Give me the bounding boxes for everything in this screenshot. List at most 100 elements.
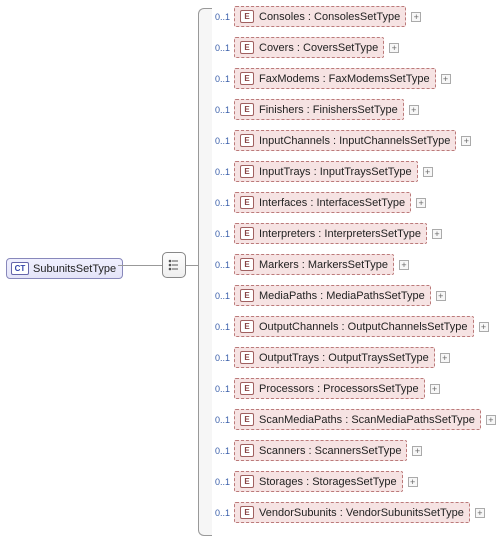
- element-node[interactable]: EOutputChannels : OutputChannelsSetType: [234, 316, 474, 337]
- expand-icon[interactable]: +: [486, 415, 496, 425]
- element-label: VendorSubunits : VendorSubunitsSetType: [259, 507, 464, 519]
- expand-icon[interactable]: +: [411, 12, 421, 22]
- element-label: ScanMediaPaths : ScanMediaPathsSetType: [259, 414, 475, 426]
- occurrence-label: 0..1: [212, 105, 230, 115]
- element-row: 0..1 EMarkers : MarkersSetType +: [212, 254, 409, 275]
- element-row: 0..1 ECovers : CoversSetType +: [212, 37, 399, 58]
- occurrence-label: 0..1: [212, 353, 230, 363]
- element-label: Markers : MarkersSetType: [259, 259, 388, 271]
- e-badge-icon: E: [240, 196, 254, 209]
- element-node[interactable]: E Finishers : FinishersSetType: [234, 99, 404, 120]
- element-node[interactable]: E Processors : ProcessorsSetType: [234, 378, 425, 399]
- children-bracket: [198, 8, 212, 536]
- occurrence-label: 0..1: [212, 167, 230, 177]
- expand-icon[interactable]: +: [409, 105, 419, 115]
- element-label: Covers : CoversSetType: [259, 42, 378, 54]
- element-node[interactable]: E Interpreters : InterpretersSetType: [234, 223, 427, 244]
- element-node[interactable]: E MediaPaths : MediaPathsSetType: [234, 285, 431, 306]
- element-node[interactable]: E FaxModems : FaxModemsSetType: [234, 68, 436, 89]
- e-badge-icon: E: [240, 134, 254, 147]
- element-row: 0..1EInputChannels : InputChannelsSetTyp…: [212, 130, 471, 151]
- element-node[interactable]: E InputChannels : InputChannelsSetType: [234, 130, 456, 151]
- element-label: InputChannels : InputChannelsSetType: [259, 135, 450, 147]
- e-badge-icon: E: [240, 320, 254, 333]
- ct-badge-icon: CT: [11, 262, 29, 275]
- e-badge-icon: E: [240, 289, 254, 302]
- element-row: 0..1 E ScanMediaPaths : ScanMediaPathsSetT…: [212, 409, 496, 430]
- element-label: OutputTrays : OutputTraysSetType: [259, 352, 429, 364]
- element-row: 0..1 E InputTrays : InputTraysSetType +: [212, 161, 433, 182]
- element-row: 0..1 E OutputTrays : OutputTraysSetType +: [212, 347, 450, 368]
- e-badge-icon: E: [240, 165, 254, 178]
- expand-icon[interactable]: +: [461, 136, 471, 146]
- element-row: 0..1 E FaxModems : FaxModemsSetType +: [212, 68, 451, 89]
- occurrence-label: 0..1: [212, 198, 230, 208]
- element-node[interactable]: EMarkers : MarkersSetType: [234, 254, 394, 275]
- occurrence-label: 0..1: [212, 43, 230, 53]
- element-label: FaxModems : FaxModemsSetType: [259, 73, 430, 85]
- occurrence-label: 0..1: [212, 508, 230, 518]
- element-label: Processors : ProcessorsSetType: [259, 383, 419, 395]
- element-label: Finishers : FinishersSetType: [259, 104, 398, 116]
- element-label: InputTrays : InputTraysSetType: [259, 166, 412, 178]
- expand-icon[interactable]: +: [389, 43, 399, 53]
- element-row: 0..1 EConsoles : ConsolesSetType +: [212, 6, 421, 27]
- occurrence-label: 0..1: [212, 291, 230, 301]
- element-node[interactable]: E OutputTrays : OutputTraysSetType: [234, 347, 435, 368]
- expand-icon[interactable]: +: [412, 446, 422, 456]
- element-row: 0..1 E Finishers : FinishersSetType +: [212, 99, 419, 120]
- element-node[interactable]: E Scanners : ScannersSetType: [234, 440, 407, 461]
- complex-type-node[interactable]: CT SubunitsSetType: [6, 258, 123, 279]
- element-node[interactable]: E Interfaces : InterfacesSetType: [234, 192, 411, 213]
- expand-icon[interactable]: +: [416, 198, 426, 208]
- element-label: Interfaces : InterfacesSetType: [259, 197, 405, 209]
- expand-icon[interactable]: +: [399, 260, 409, 270]
- element-node[interactable]: E InputTrays : InputTraysSetType: [234, 161, 418, 182]
- occurrence-label: 0..1: [212, 384, 230, 394]
- expand-icon[interactable]: +: [423, 167, 433, 177]
- element-row: 0..1 E Interfaces : InterfacesSetType +: [212, 192, 426, 213]
- occurrence-label: 0..1: [212, 260, 230, 270]
- expand-icon[interactable]: +: [408, 477, 418, 487]
- element-node[interactable]: EStorages : StoragesSetType: [234, 471, 403, 492]
- element-label: MediaPaths : MediaPathsSetType: [259, 290, 425, 302]
- occurrence-label: 0..1: [212, 74, 230, 84]
- expand-icon[interactable]: +: [430, 384, 440, 394]
- element-row: 0..1 E VendorSubunits : VendorSubunitsSetT…: [212, 502, 485, 523]
- e-badge-icon: E: [240, 413, 254, 426]
- expand-icon[interactable]: +: [475, 508, 485, 518]
- e-badge-icon: E: [240, 10, 254, 23]
- e-badge-icon: E: [240, 227, 254, 240]
- occurrence-label: 0..1: [212, 229, 230, 239]
- element-label: Interpreters : InterpretersSetType: [259, 228, 421, 240]
- element-row: 0..1 E MediaPaths : MediaPathsSetType +: [212, 285, 446, 306]
- occurrence-label: 0..1: [212, 12, 230, 22]
- expand-icon[interactable]: +: [432, 229, 442, 239]
- expand-icon[interactable]: +: [436, 291, 446, 301]
- e-badge-icon: E: [240, 506, 254, 519]
- occurrence-label: 0..1: [212, 415, 230, 425]
- occurrence-label: 0..1: [212, 322, 230, 332]
- connector-line: [118, 265, 162, 266]
- element-label: Scanners : ScannersSetType: [259, 445, 401, 457]
- e-badge-icon: E: [240, 103, 254, 116]
- element-row: 0..1EScanners : ScannersSetType+: [212, 440, 422, 461]
- e-badge-icon: E: [240, 382, 254, 395]
- e-badge-icon: E: [240, 351, 254, 364]
- element-node[interactable]: E VendorSubunits : VendorSubunitsSetType: [234, 502, 470, 523]
- e-badge-icon: E: [240, 72, 254, 85]
- e-badge-icon: E: [240, 444, 254, 457]
- expand-icon[interactable]: +: [441, 74, 451, 84]
- element-row: 0..1 E Interpreters : InterpretersSetType +: [212, 223, 442, 244]
- element-node[interactable]: EConsoles : ConsolesSetType: [234, 6, 406, 27]
- element-node[interactable]: E ScanMediaPaths : ScanMediaPathsSetType: [234, 409, 481, 430]
- occurrence-label: 0..1: [212, 477, 230, 487]
- expand-icon[interactable]: +: [440, 353, 450, 363]
- element-row: 0..1 E Processors : ProcessorsSetType +: [212, 378, 440, 399]
- element-row: 0..1 EOutputChannels : OutputChannelsSetT…: [212, 316, 489, 337]
- e-badge-icon: E: [240, 475, 254, 488]
- sequence-compositor-icon[interactable]: [162, 252, 186, 278]
- expand-icon[interactable]: +: [479, 322, 489, 332]
- element-node[interactable]: ECovers : CoversSetType: [234, 37, 384, 58]
- complex-type-label: SubunitsSetType: [33, 263, 116, 275]
